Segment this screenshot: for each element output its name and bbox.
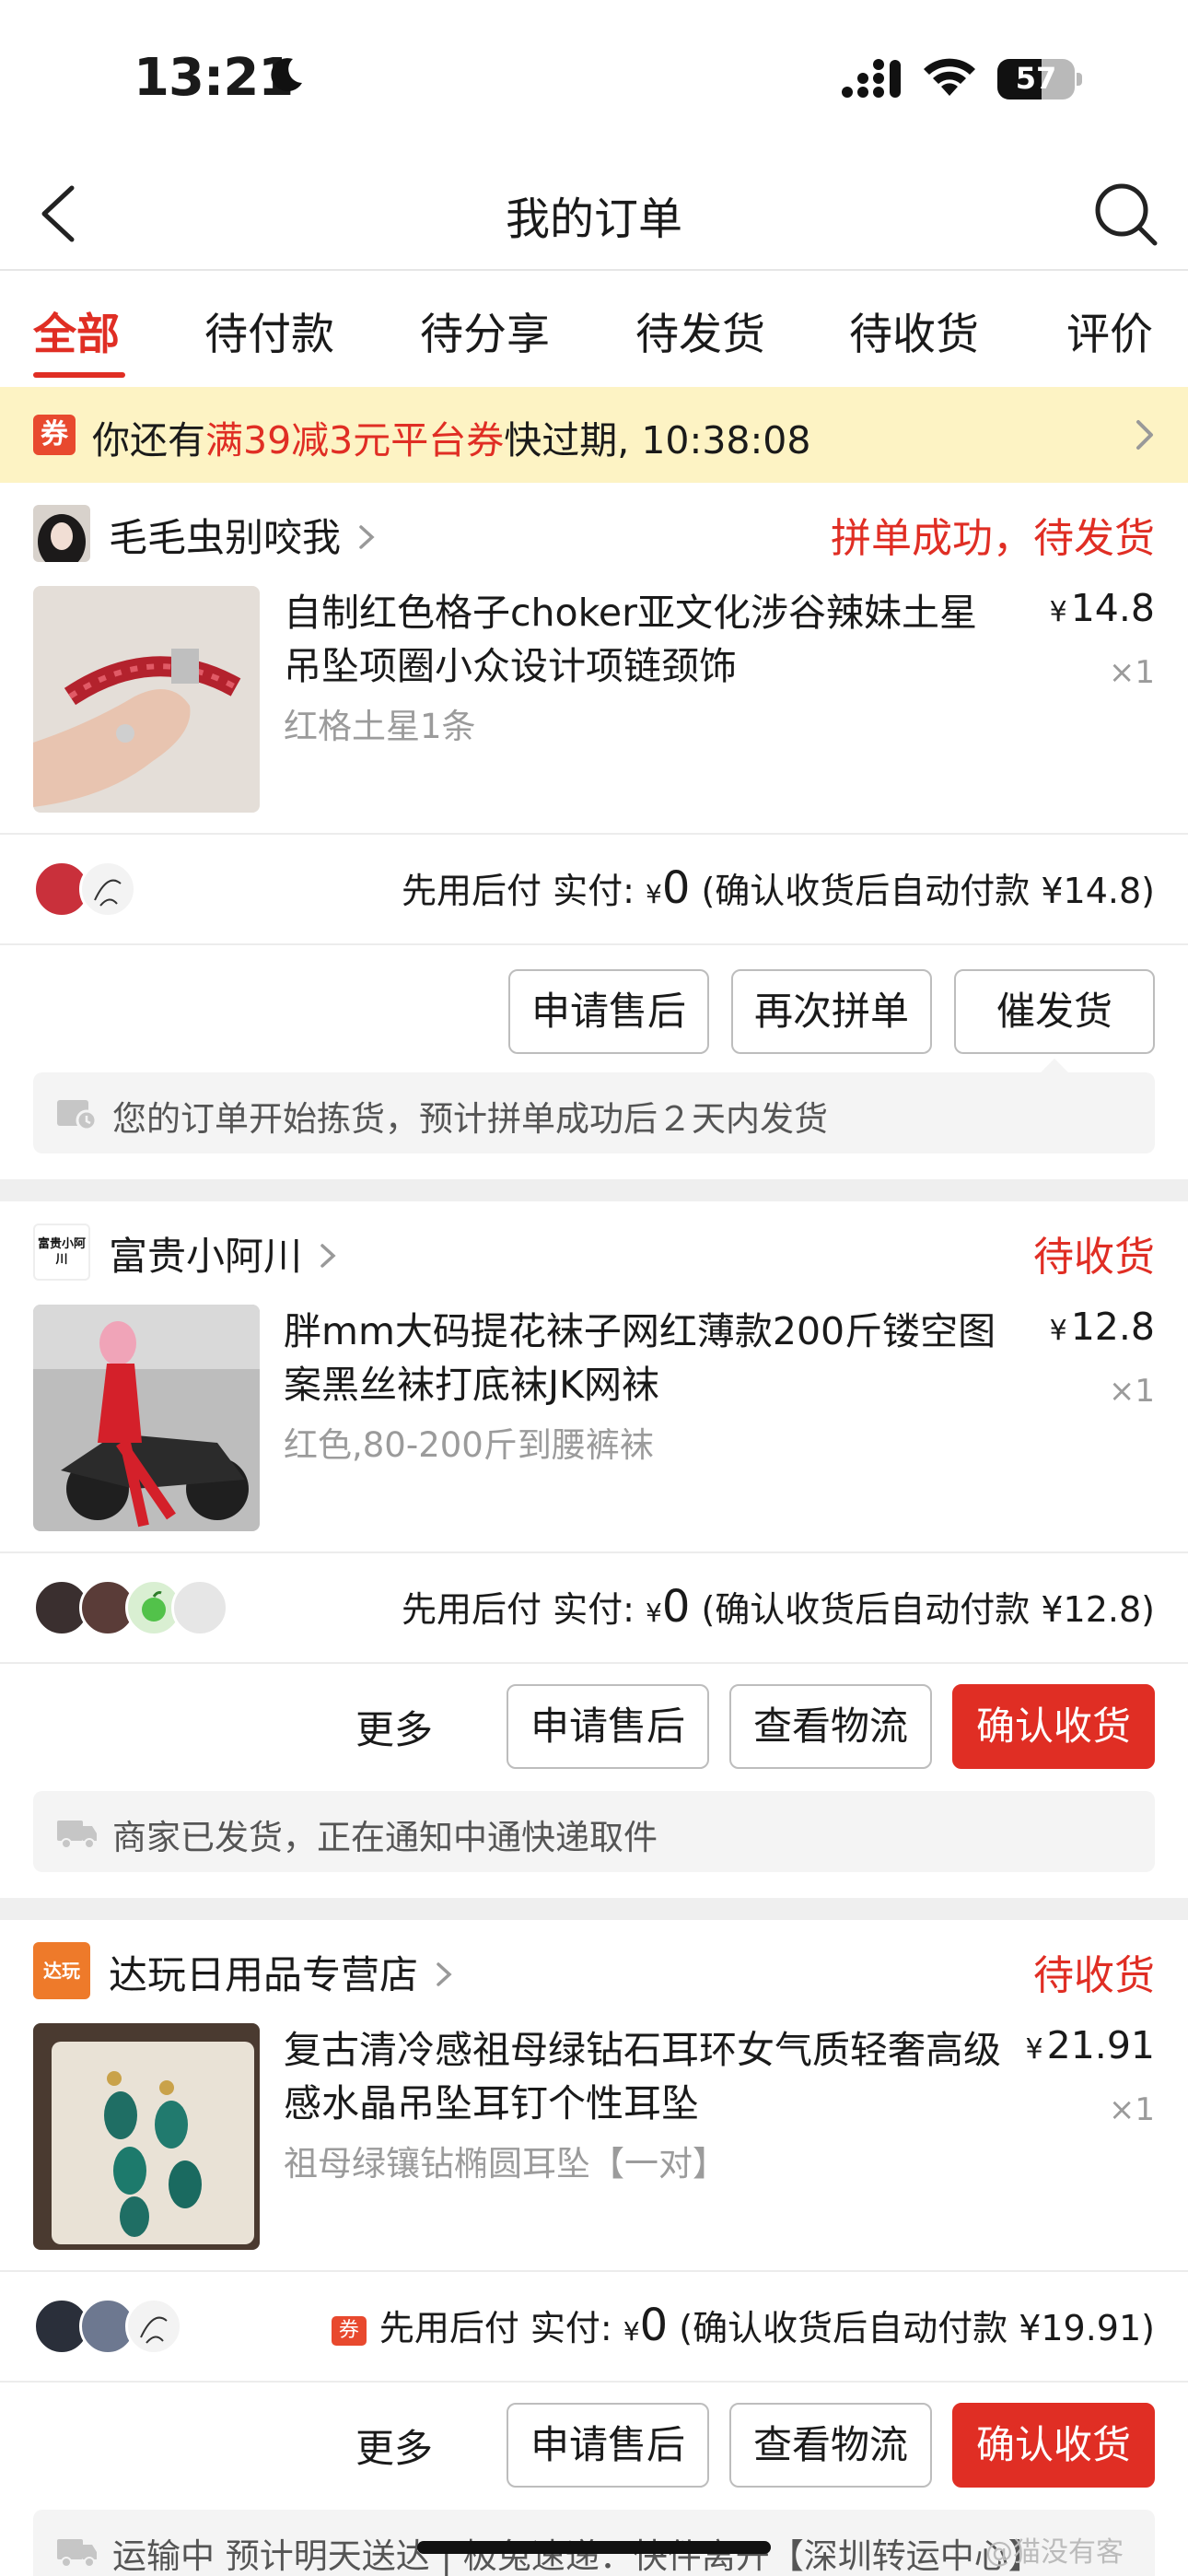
coupon-tag: 券 [331,2316,367,2346]
order-card: 达玩 达玩日用品专营店 待收货 复古清冷感祖母绿钻石耳环女气质轻奢高级感水晶吊坠… [0,1920,1188,2576]
nav-bar: 我的订单 [0,157,1188,271]
product-image[interactable] [33,2023,260,2250]
tab-pending-share[interactable]: 待分享 [420,299,550,362]
product-spec: 红格土星1条 [284,707,476,746]
divider [0,1551,1188,1553]
battery-icon: 57 [997,59,1082,100]
group-again-button[interactable]: 再次拼单 [731,969,932,1054]
status-bar: 13:21 57 [0,0,1188,157]
product-price: ¥12.8 [1049,1305,1155,1349]
coupon-icon: 券 [33,415,76,455]
product-price: ¥21.91 [1025,2023,1155,2067]
product-title[interactable]: 复古清冷感祖母绿钻石耳环女气质轻奢高级感水晶吊坠耳钉个性耳坠 [284,2023,1011,2130]
watermark: @猫没有客 [985,2536,1124,2569]
shop-avatar [33,505,90,562]
group-buy-avatars [33,1579,273,1638]
wifi-icon [924,58,975,96]
shop-logo: 富贵小阿川 [33,1224,90,1281]
shop-logo: 达玩 [33,1942,90,1999]
payment-summary: 先用后付 实付: ¥0 (确认收货后自动付款 ¥12.8) [402,1581,1155,1633]
chevron-right-icon [1136,420,1153,450]
after-sales-button[interactable]: 申请售后 [508,969,709,1054]
banner-text: 你还有满39减3元平台券快过期, 10:38:08 [92,418,811,463]
product-quantity: ×1 [1108,1373,1155,1410]
order-card: 毛毛虫别咬我 拼单成功，待发货 自制红色格子choker亚文化涉谷辣妹土星吊坠项… [0,483,1188,1179]
confirm-receipt-button[interactable]: 确认收货 [952,2403,1155,2488]
product-quantity: ×1 [1108,2091,1155,2128]
divider [0,2381,1188,2383]
chevron-right-icon [359,525,375,549]
divider [0,943,1188,945]
product-image[interactable] [33,1305,260,1531]
truck-icon [57,1821,97,1849]
shop-name[interactable]: 富贵小阿川 [109,1225,339,1282]
search-icon[interactable] [1090,179,1160,249]
truck-icon [57,2539,97,2568]
active-tab-indicator [33,372,125,378]
tab-all[interactable]: 全部 [33,299,120,362]
after-sales-button[interactable]: 申请售后 [507,1684,709,1769]
cellular-signal-icon [842,59,901,98]
order-status: 待收货 [1033,1234,1155,1281]
moon-icon [271,58,302,92]
page-title: 我的订单 [505,193,682,245]
chevron-right-icon [437,1962,452,1986]
more-button[interactable]: 更多 [355,2418,433,2474]
avatar [171,1579,228,1636]
calendar-clock-icon [57,1100,98,1131]
shop-name[interactable]: 毛毛虫别咬我 [109,507,378,563]
product-image[interactable] [33,586,260,813]
group-buy-avatars [33,861,273,919]
tip-text: 您的订单开始拣货，预计拼单成功后２天内发货 [112,1099,828,1139]
after-sales-button[interactable]: 申请售后 [507,2403,709,2488]
divider [0,833,1188,835]
tab-pending-shipment[interactable]: 待发货 [635,299,765,362]
product-price: ¥14.8 [1049,586,1155,630]
view-logistics-button[interactable]: 查看物流 [729,2403,932,2488]
shop-header[interactable]: 达玩 达玩日用品专营店 待收货 [0,1920,1188,2021]
order-tabs: 全部 待付款 待分享 待发货 待收货 评价 [0,271,1188,387]
more-button[interactable]: 更多 [355,1699,433,1755]
product-quantity: ×1 [1108,654,1155,691]
product-title[interactable]: 胖mm大码提花袜子网红薄款200斤镂空图案黑丝袜打底袜JK网袜 [284,1305,1011,1411]
tip-text: 商家已发货，正在通知中通快递取件 [112,1818,658,1857]
tab-pending-receipt[interactable]: 待收货 [849,299,979,362]
product-spec: 红色,80-200斤到腰裤袜 [284,1425,654,1465]
product-title[interactable]: 自制红色格子choker亚文化涉谷辣妹土星吊坠项圈小众设计项链颈饰 [284,586,1011,693]
view-logistics-button[interactable]: 查看物流 [729,1684,932,1769]
avatar [79,861,136,918]
order-status: 拼单成功，待发货 [831,515,1155,562]
home-indicator[interactable] [417,2541,771,2554]
coupon-expiry-banner[interactable]: 券 你还有满39减3元平台券快过期, 10:38:08 [0,387,1188,483]
shop-name[interactable]: 达玩日用品专营店 [109,1944,455,2000]
order-status: 待收货 [1033,1952,1155,1999]
tab-review[interactable]: 评价 [1066,299,1153,362]
product-spec: 祖母绿镶钻椭圆耳坠【一对】 [284,2144,727,2184]
divider [0,1662,1188,1664]
shop-header[interactable]: 毛毛虫别咬我 拼单成功，待发货 [0,483,1188,584]
confirm-receipt-button[interactable]: 确认收货 [952,1684,1155,1769]
urge-shipment-button[interactable]: 催发货 [954,969,1155,1054]
avatar [125,2298,182,2355]
order-tip: 您的订单开始拣货，预计拼单成功后２天内发货 [33,1072,1155,1153]
divider [0,2270,1188,2272]
shop-header[interactable]: 富贵小阿川 富贵小阿川 待收货 [0,1201,1188,1303]
group-buy-avatars [33,2298,273,2357]
payment-summary: 先用后付 实付: ¥0 (确认收货后自动付款 ¥14.8) [402,862,1155,914]
tab-pending-payment[interactable]: 待付款 [204,299,334,362]
order-tip: 商家已发货，正在通知中通快递取件 [33,1791,1155,1872]
chevron-right-icon [320,1244,336,1268]
payment-summary: 券先用后付 实付: ¥0 (确认收货后自动付款 ¥19.91) [331,2300,1155,2351]
order-card: 富贵小阿川 富贵小阿川 待收货 胖mm大码提花袜子网红薄款200斤镂空图案黑丝袜… [0,1201,1188,1898]
